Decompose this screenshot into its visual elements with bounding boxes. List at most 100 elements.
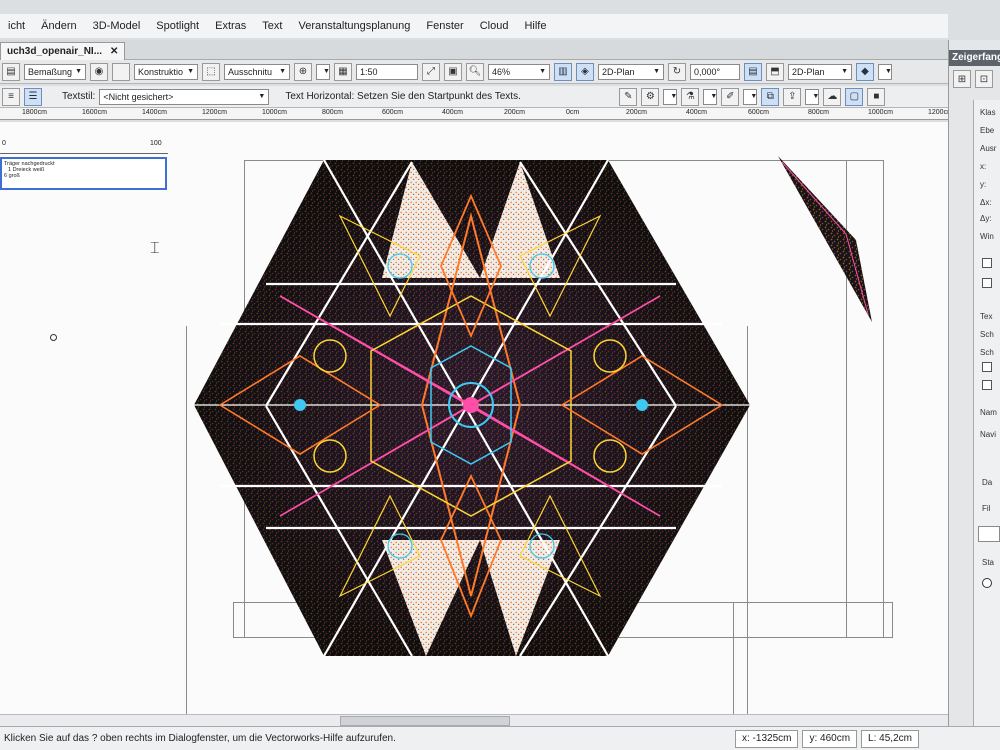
frame-active-icon[interactable]: ▢ (845, 87, 864, 106)
render-icon[interactable]: ◈ (576, 62, 594, 81)
info-label: y: (980, 180, 987, 189)
info-label: Tex (980, 312, 993, 321)
zoom-field[interactable]: 46% ▼ (488, 63, 550, 80)
text-line: 6 groß (4, 173, 20, 179)
class-icon[interactable]: ◉ (90, 62, 108, 81)
class-color-icon[interactable] (112, 62, 130, 81)
ruler-label: 600cm (748, 109, 770, 116)
rotation-field[interactable]: 0,000° (690, 63, 740, 80)
detached-triangle-piece[interactable] (776, 154, 876, 324)
status-bar: Klicken Sie auf das ? oben rechts im Dia… (0, 726, 1000, 750)
text-block[interactable]: Träger nachgedruckt 1 Dreieck weiß 6 gro… (0, 157, 167, 190)
magnifier-icon[interactable]: 🔍︎ (466, 62, 484, 81)
pick-tool-icon[interactable]: ✎ (619, 87, 638, 106)
text-mode-icon[interactable]: ☰ (24, 87, 42, 106)
render-mode-icon[interactable]: ◆ (856, 62, 874, 81)
text-ruler-start: 0 (2, 140, 6, 147)
menu-text[interactable]: Text (254, 20, 290, 32)
info-label: Navi (980, 430, 997, 439)
menu-hilfe[interactable]: Hilfe (516, 20, 554, 32)
option-checkbox[interactable] (982, 380, 992, 390)
frame-icon[interactable]: ■ (867, 87, 886, 106)
layer-dropdown[interactable]: Bemaßung ▼ (24, 63, 86, 80)
text-align-icon[interactable]: ≡ (2, 87, 20, 106)
class-dropdown[interactable]: Konstruktio ▼ (134, 63, 198, 80)
boundary-line (186, 326, 187, 726)
menu-veranstaltungsplanung[interactable]: Veranstaltungsplanung (290, 20, 418, 32)
viewpoint-menu[interactable]: ▼ (316, 63, 330, 80)
tool-bar: ≡ ☰ Textstil: <Nicht gesichert> ▼ Text Ho… (0, 86, 948, 108)
eyedropper-icon[interactable]: ⚗ (681, 87, 700, 106)
drawing-canvas[interactable]: 0 100 Träger nachgedruckt 1 Dreieck weiß… (0, 122, 960, 726)
menu-3d-model[interactable]: 3D-Model (85, 20, 149, 32)
menu-bar: icht Ändern 3D-Model Spotlight Extras Te… (0, 14, 948, 38)
filter-field[interactable] (978, 526, 1000, 542)
option-checkbox[interactable] (982, 278, 992, 288)
info-label: Sch (980, 348, 994, 357)
info-label: Δx: (980, 198, 992, 207)
origin-marker-icon (50, 334, 57, 341)
horizontal-scrollbar[interactable] (0, 714, 960, 726)
projection-icon[interactable]: ⬒ (766, 62, 784, 81)
standard-view-icon[interactable]: ▤ (744, 62, 762, 81)
brush-icon[interactable]: ✐ (721, 87, 740, 106)
plan-view2-dropdown[interactable]: 2D-Plan ▼ (788, 63, 852, 80)
ruler-label: 1000cm (868, 109, 893, 116)
ruler-label: 0cm (566, 109, 580, 116)
close-icon[interactable]: ✕ (110, 46, 118, 57)
render-mode-menu[interactable]: ▼ (878, 63, 892, 80)
document-tab-title: uch3d_openair_NI... (7, 46, 103, 57)
snapping-palette: Zeigerfang ⊞ ⊡ Klas Ebe Ausr x: y: Δx: Δ… (948, 40, 1000, 740)
palette-title: Zeigerfang (949, 50, 1000, 66)
document-tab[interactable]: uch3d_openair_NI... ✕ (0, 42, 126, 60)
mandala-artwork[interactable] (190, 156, 752, 662)
stack-icon[interactable]: ⧉ (761, 87, 780, 106)
zoom-page-icon[interactable]: ▣ (444, 62, 462, 81)
radio-button[interactable] (982, 578, 992, 588)
eyedropper-menu[interactable]: ▼ (703, 88, 718, 105)
scale-icon[interactable]: ▦ (334, 62, 352, 81)
share-menu[interactable]: ▼ (805, 88, 820, 105)
menu-cloud[interactable]: Cloud (472, 20, 517, 32)
share-icon[interactable]: ⇪ (783, 87, 802, 106)
info-label: x: (980, 162, 987, 171)
option-checkbox[interactable] (982, 362, 992, 372)
ruler-label: 1400cm (142, 109, 167, 116)
ruler-label: 800cm (322, 109, 344, 116)
info-label: Sch (980, 330, 994, 339)
cloud-icon[interactable]: ☁ (823, 87, 842, 106)
option-checkbox[interactable] (982, 258, 992, 268)
menu-fenster[interactable]: Fenster (418, 20, 471, 32)
y-coordinate: y: 460cm (802, 729, 858, 748)
info-label: Da (982, 478, 993, 487)
menu-spotlight[interactable]: Spotlight (148, 20, 207, 32)
object-info-panel: Klas Ebe Ausr x: y: Δx: Δy: Win Tex Sch … (973, 100, 1000, 740)
brush-menu[interactable]: ▼ (743, 88, 758, 105)
snap-settings-icon[interactable]: ⚙ (641, 87, 660, 106)
info-label: Δy: (980, 214, 992, 223)
grid-icon[interactable]: ▥ (554, 62, 572, 81)
zoom-fit-icon[interactable]: ⤢ (422, 62, 440, 81)
menu-ansicht[interactable]: icht (0, 20, 33, 32)
ruler-label: 400cm (686, 109, 708, 116)
info-label: Ausr (980, 144, 997, 153)
scale-field[interactable]: 1:50 (356, 63, 418, 80)
viewpoint-icon[interactable]: ⊕ (294, 62, 312, 81)
info-label: Sta (982, 558, 995, 567)
plan-view-dropdown[interactable]: 2D-Plan ▼ (598, 63, 664, 80)
menu-extras[interactable]: Extras (207, 20, 254, 32)
snap-object-icon[interactable]: ⊡ (975, 70, 993, 88)
ruler-label: 200cm (626, 109, 648, 116)
ruler-label: 600cm (382, 109, 404, 116)
menu-aendern[interactable]: Ändern (33, 20, 84, 32)
rotate-plan-icon[interactable]: ↻ (668, 62, 686, 81)
ruler-label: 800cm (808, 109, 830, 116)
horizontal-scroll-thumb[interactable] (340, 716, 510, 726)
view-icon[interactable]: ⬚ (202, 62, 220, 81)
layer-icon[interactable]: ▤ (2, 62, 20, 81)
textstil-dropdown[interactable]: <Nicht gesichert> ▼ (99, 88, 270, 105)
view-dropdown[interactable]: Ausschnitu ▼ (224, 63, 290, 80)
snap-grid-icon[interactable]: ⊞ (953, 70, 971, 88)
info-label: Nam (980, 408, 997, 417)
snap-menu[interactable]: ▼ (663, 88, 678, 105)
